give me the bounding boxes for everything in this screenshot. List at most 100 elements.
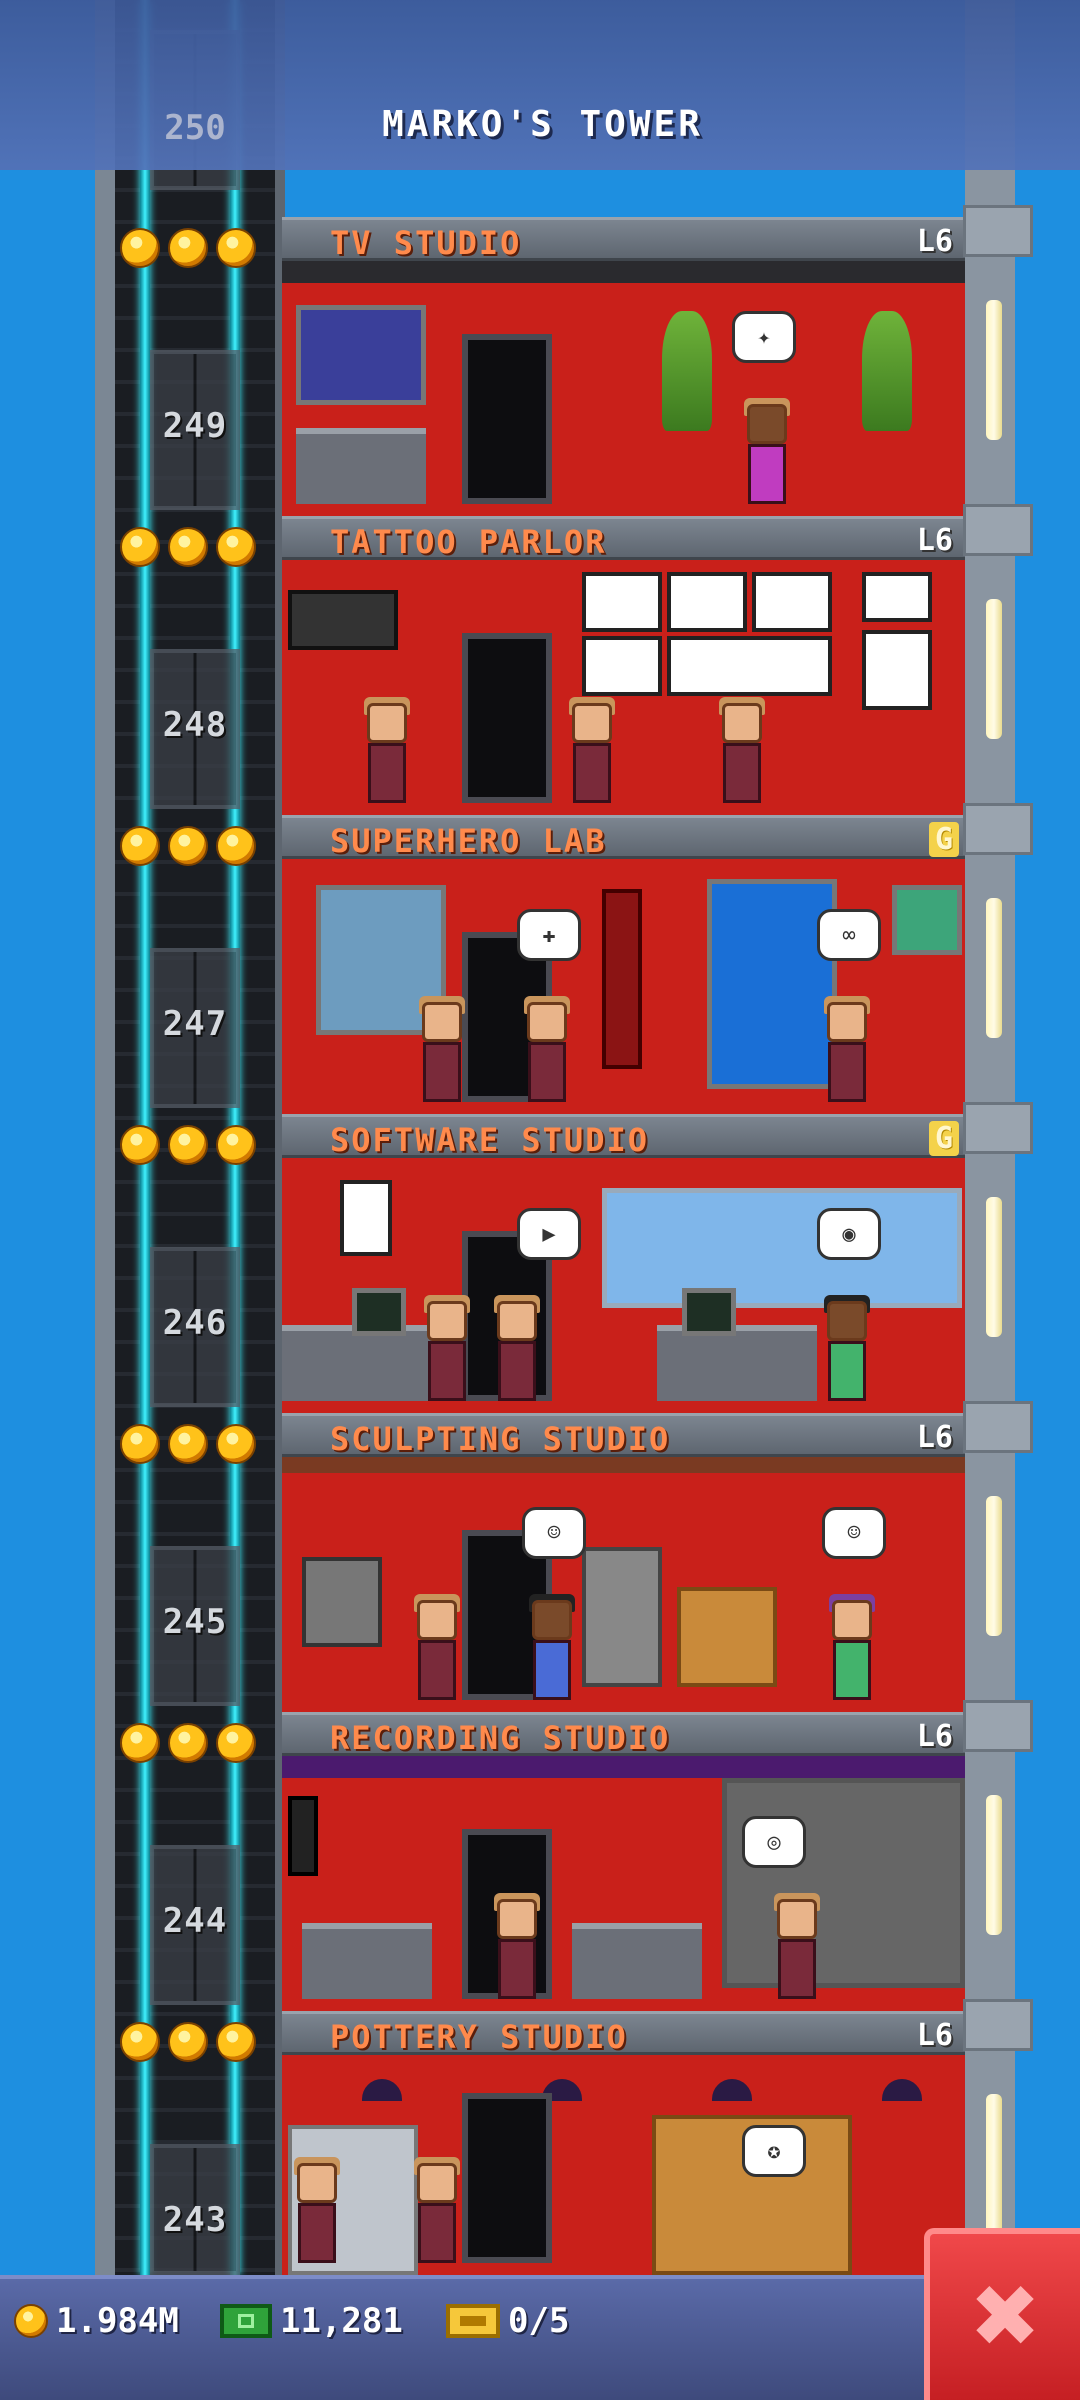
mixing-desk: [572, 1923, 702, 1999]
speaker: [288, 1796, 318, 1876]
wall-calendar: [340, 1180, 392, 1256]
bitizen[interactable]: [417, 996, 467, 1102]
thought-bubble[interactable]: ✦: [732, 311, 796, 363]
floor-label-bar: TV STUDIO L6: [282, 217, 965, 262]
floor-tv-studio[interactable]: TV STUDIO L6 ✦: [282, 217, 965, 516]
tickets-counter[interactable]: 0/5: [446, 2301, 569, 2341]
thought-bubble[interactable]: ▶: [517, 1208, 581, 1260]
floor-star-rating: [120, 1723, 256, 1763]
floor-name: RECORDING STUDIO: [330, 1719, 671, 1757]
floor-number: 245: [162, 1602, 228, 1642]
star-icon: [168, 228, 208, 268]
hologram-chamber: [707, 879, 837, 1089]
ceiling-lamp: [362, 2079, 402, 2101]
floor-label-bar: SCULPTING STUDIO L6: [282, 1413, 965, 1458]
floor-number: 247: [162, 1004, 228, 1044]
floor-label-bar: TATTOO PARLOR L6: [282, 516, 965, 561]
wall-light: [986, 1496, 1002, 1636]
thought-bubble[interactable]: ☺: [522, 1507, 586, 1559]
bitizen[interactable]: [492, 1893, 542, 1999]
floor-pottery-studio[interactable]: POTTERY STUDIO L6 ✪: [282, 2011, 965, 2275]
coins-counter[interactable]: 1.984M: [14, 2301, 179, 2341]
room-interior: ✪: [282, 2055, 965, 2275]
star-icon: [168, 1723, 208, 1763]
close-button[interactable]: ✖: [924, 2228, 1080, 2400]
tattoo-art: [862, 572, 932, 622]
thought-bubble[interactable]: ∞: [817, 909, 881, 961]
star-icon: [216, 1424, 256, 1464]
wall-bracket: [963, 1999, 1033, 2051]
bitizen[interactable]: [717, 697, 767, 803]
bitizen[interactable]: [292, 2157, 342, 2263]
star-icon: [168, 1125, 208, 1165]
floor-sculpting-studio[interactable]: SCULPTING STUDIO L6 ☺ ☺: [282, 1413, 965, 1712]
bux-counter[interactable]: 11,281: [220, 2301, 403, 2341]
floor-name: POTTERY STUDIO: [330, 2018, 628, 2056]
room-interior: ▶ ◉: [282, 1158, 965, 1413]
plant-decor: [862, 311, 912, 431]
tattoo-art: [582, 636, 662, 696]
floor-superhero-lab[interactable]: SUPERHERO LAB G ✚ ∞: [282, 815, 965, 1114]
floor-recording-studio[interactable]: RECORDING STUDIO L6 ◎: [282, 1712, 965, 2011]
star-icon: [120, 1424, 160, 1464]
coin-icon: [14, 2304, 48, 2338]
thought-bubble[interactable]: ◉: [817, 1208, 881, 1260]
bitizen[interactable]: [527, 1594, 577, 1700]
floor-star-rating: [120, 2022, 256, 2062]
ceiling-lamp: [712, 2079, 752, 2101]
bitizen[interactable]: [422, 1295, 472, 1401]
star-icon: [168, 527, 208, 567]
ceiling: [282, 261, 965, 283]
bitizen[interactable]: [492, 1295, 542, 1401]
bitizen[interactable]: [412, 1594, 462, 1700]
wall-light: [986, 1197, 1002, 1337]
thought-bubble[interactable]: ✚: [517, 909, 581, 961]
thought-bubble[interactable]: ◎: [742, 1816, 806, 1868]
star-icon: [120, 1723, 160, 1763]
room-interior: ✚ ∞: [282, 859, 965, 1114]
star-icon: [168, 826, 208, 866]
floor-number: 249: [162, 406, 228, 446]
floor-star-rating: [120, 826, 256, 866]
floor-level-badge: G: [928, 1121, 959, 1156]
bitizen[interactable]: [742, 398, 792, 504]
resource-bar: 1.984M 11,281 0/5: [0, 2275, 1080, 2400]
floor-name: TATTOO PARLOR: [330, 523, 607, 561]
bitizen[interactable]: [827, 1594, 877, 1700]
bitizen[interactable]: [412, 2157, 462, 2263]
wall-bracket: [963, 205, 1033, 257]
plant-decor: [662, 311, 712, 431]
floor-star-rating: [120, 1125, 256, 1165]
stone-bust: [302, 1557, 382, 1647]
wall-light: [986, 1795, 1002, 1935]
star-icon: [216, 527, 256, 567]
bitizen[interactable]: [772, 1893, 822, 1999]
floor-number: 246: [162, 1303, 228, 1343]
tattoo-art: [862, 630, 932, 710]
wall-light: [986, 599, 1002, 739]
floor-software-studio[interactable]: SOFTWARE STUDIO G ▶ ◉: [282, 1114, 965, 1413]
coins-value: 1.984M: [56, 2301, 179, 2341]
thought-bubble[interactable]: ☺: [822, 1507, 886, 1559]
thought-bubble[interactable]: ✪: [742, 2125, 806, 2177]
bitizen[interactable]: [822, 996, 872, 1102]
floor-level-badge: L6: [916, 2018, 953, 2053]
ceiling-lamp: [882, 2079, 922, 2101]
tower-view[interactable]: TV STUDIO L6 ✦ TATTOO PARLOR L6 SUPERHER…: [0, 0, 1080, 2400]
bitizen[interactable]: [567, 697, 617, 803]
tattoo-art: [667, 636, 832, 696]
floor-star-rating: [120, 527, 256, 567]
bitizen[interactable]: [362, 697, 412, 803]
wall-light: [986, 2094, 1002, 2234]
ticket-icon: [446, 2304, 500, 2338]
bitizen[interactable]: [522, 996, 572, 1102]
floor-name: SOFTWARE STUDIO: [330, 1121, 649, 1159]
star-icon: [120, 527, 160, 567]
office-window: [602, 1188, 962, 1308]
tower-title[interactable]: MARKO'S TOWER: [0, 104, 1080, 145]
bitizen[interactable]: [822, 1295, 872, 1401]
floor-label-bar: SUPERHERO LAB G: [282, 815, 965, 860]
floor-tattoo-parlor[interactable]: TATTOO PARLOR L6: [282, 516, 965, 815]
wall-bracket: [963, 1700, 1033, 1752]
robot-sculpture: [582, 1547, 662, 1687]
